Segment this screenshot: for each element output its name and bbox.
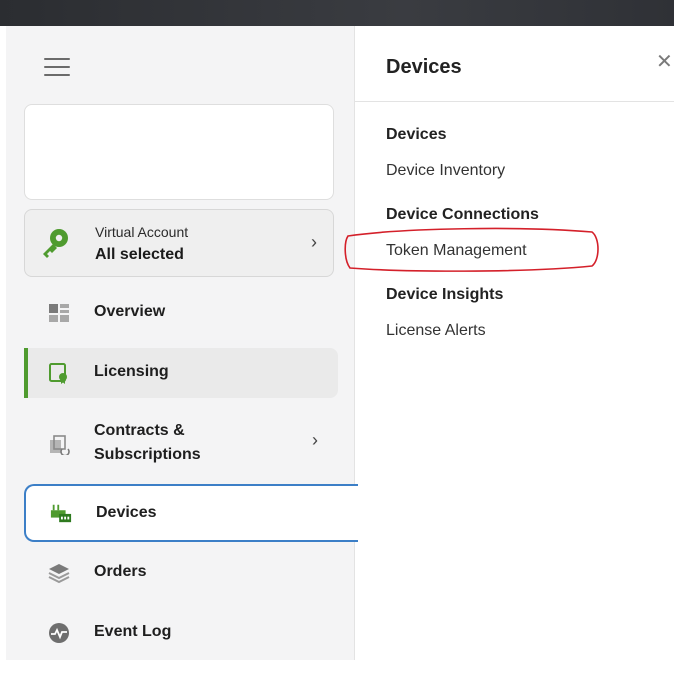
nav-item-contracts-subscriptions[interactable]: Contracts & Subscriptions ›: [24, 416, 334, 470]
top-bar: [0, 0, 674, 26]
nav-label: Contracts &: [94, 422, 185, 439]
nav-item-event-log[interactable]: Event Log: [24, 608, 334, 658]
chevron-right-icon: ›: [312, 430, 318, 450]
virtual-account-label: Virtual Account: [95, 224, 189, 240]
virtual-account-value: All selected: [95, 246, 184, 263]
chevron-right-icon: ›: [311, 232, 317, 252]
nav-item-overview[interactable]: Overview: [24, 288, 334, 338]
activity-icon: [49, 623, 69, 643]
nav-label: Event Log: [94, 623, 172, 640]
nav-label: Orders: [94, 563, 147, 580]
panel-divider: [354, 101, 674, 102]
section-heading-device-connections: Device Connections: [386, 206, 539, 223]
hamburger-icon[interactable]: [44, 58, 70, 76]
layers-icon: [48, 564, 70, 584]
link-license-alerts[interactable]: License Alerts: [386, 322, 486, 340]
contracts-icon: [50, 435, 70, 455]
nav-label: Devices: [96, 504, 157, 521]
blank-card: [24, 104, 334, 200]
devices-icon: [50, 504, 72, 523]
section-heading-device-insights: Device Insights: [386, 286, 504, 303]
license-certificate-icon: [49, 363, 67, 384]
nav-label-line2: Subscriptions: [94, 446, 201, 463]
close-icon[interactable]: ✕: [656, 49, 673, 74]
panel-title: Devices: [386, 56, 462, 78]
key-icon: [43, 229, 68, 258]
nav-label: Overview: [94, 303, 166, 320]
virtual-account-selector[interactable]: Virtual Account All selected ›: [24, 209, 334, 277]
nav-label: Licensing: [94, 363, 169, 380]
red-highlight-annotation: [344, 227, 599, 272]
nav-item-orders[interactable]: Orders: [24, 548, 334, 598]
nav-item-devices[interactable]: Devices: [24, 484, 358, 542]
dashboard-icon: [49, 304, 69, 322]
section-heading-devices: Devices: [386, 126, 447, 143]
link-device-inventory[interactable]: Device Inventory: [386, 162, 505, 180]
nav-item-licensing[interactable]: Licensing: [24, 348, 338, 398]
